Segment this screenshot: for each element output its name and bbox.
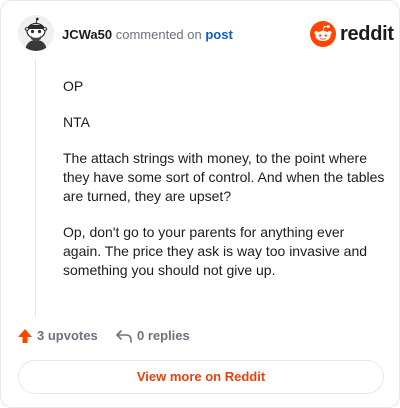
replies-button[interactable]: 0 replies bbox=[115, 327, 190, 345]
thread-line bbox=[35, 59, 36, 317]
reddit-snoo-icon bbox=[310, 21, 336, 47]
post-link[interactable]: post bbox=[205, 27, 232, 42]
upvote-count: 3 upvotes bbox=[37, 328, 98, 343]
comment-actions: 3 upvotes 0 replies bbox=[17, 327, 387, 345]
upvote-button[interactable]: 3 upvotes bbox=[17, 327, 98, 345]
user-avatar[interactable] bbox=[18, 15, 54, 51]
comment-header: JCWa50 commented on post reddit bbox=[1, 1, 400, 67]
reply-count: 0 replies bbox=[137, 328, 190, 343]
reply-arrow-icon bbox=[116, 330, 132, 343]
comment-byline: JCWa50 commented on post bbox=[62, 27, 233, 42]
reddit-wordmark: reddit bbox=[340, 23, 394, 45]
username-link[interactable]: JCWa50 bbox=[62, 27, 112, 42]
commented-on-text: commented on bbox=[115, 27, 202, 42]
comment-paragraph: Op, don't go to your parents for anythin… bbox=[63, 224, 368, 278]
comment-body: OP NTA The attach strings with money, to… bbox=[63, 77, 385, 297]
upvote-arrow-icon bbox=[18, 329, 32, 343]
comment-paragraph: The attach strings with money, to the po… bbox=[63, 150, 385, 204]
view-more-button[interactable]: View more on Reddit bbox=[18, 360, 384, 394]
comment-paragraph: NTA bbox=[63, 114, 90, 130]
reddit-embed-card: JCWa50 commented on post reddit OP NTA T… bbox=[0, 0, 400, 408]
comment-paragraph: OP bbox=[63, 78, 84, 94]
snoo-avatar-icon bbox=[18, 15, 54, 51]
reddit-logo[interactable]: reddit bbox=[310, 21, 394, 47]
